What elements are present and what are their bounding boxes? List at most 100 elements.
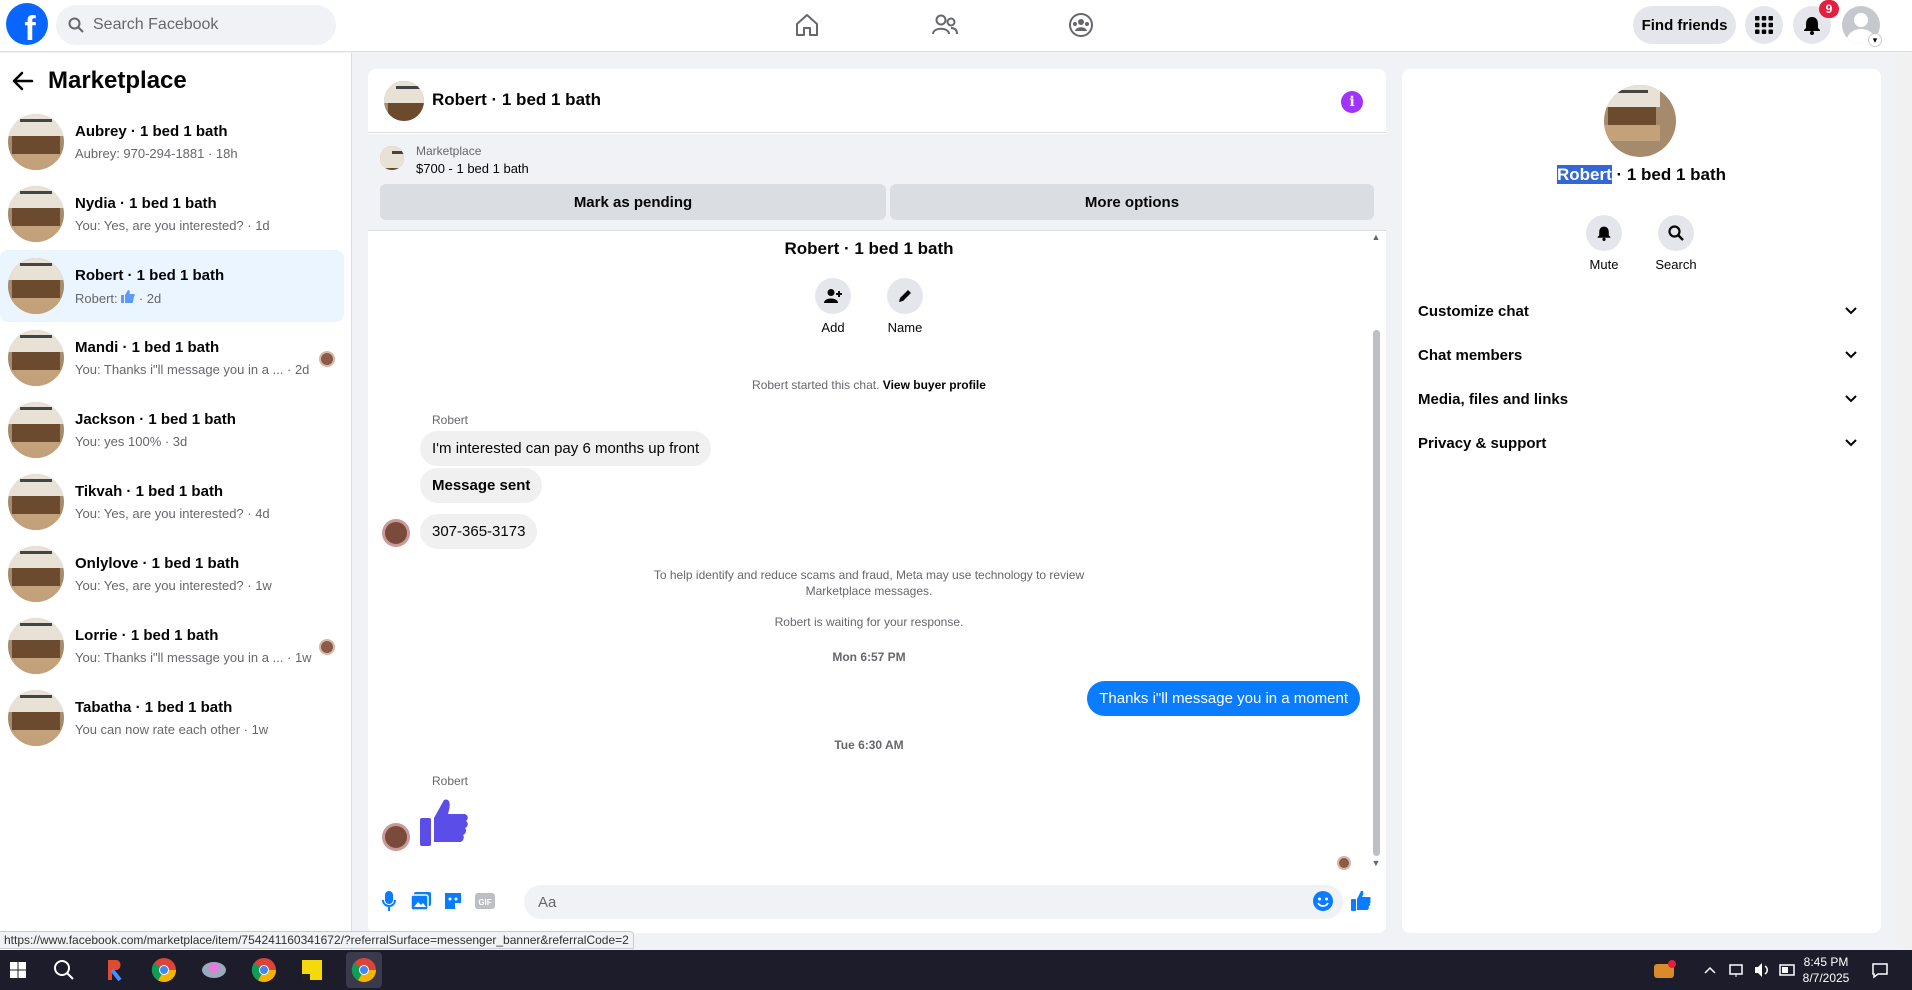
conversation-name: Tikvah · 1 bed 1 bath: [75, 483, 224, 500]
like-thumb-icon: [121, 290, 135, 303]
emoji-icon[interactable]: [1310, 888, 1336, 914]
mute-button[interactable]: Mute: [1574, 215, 1634, 272]
find-friends-button[interactable]: Find friends: [1633, 6, 1736, 44]
incoming-message[interactable]: Message sent: [420, 468, 543, 503]
marketplace-conversations-sidebar: Marketplace Aubrey · 1 bed 1 bath Aubrey…: [0, 53, 352, 950]
conversation-name: Nydia · 1 bed 1 bath: [75, 195, 217, 212]
conversation-item[interactable]: Jackson · 1 bed 1 bath You: yes 100% · 3…: [0, 394, 344, 466]
listing-thumbnail: [8, 330, 64, 386]
conversation-item[interactable]: Aubrey · 1 bed 1 bath Aubrey: 970-294-18…: [0, 106, 344, 178]
mark-as-pending-button[interactable]: Mark as pending: [380, 184, 886, 220]
scroll-down-arrow-icon[interactable]: ▼: [1370, 858, 1382, 868]
sidebar-title: Marketplace: [48, 67, 187, 94]
scroll-up-arrow-icon[interactable]: ▲: [1370, 232, 1382, 242]
facebook-logo-icon[interactable]: f: [6, 3, 48, 45]
menu-grid-icon[interactable]: [1745, 6, 1783, 44]
taskbar-date[interactable]: 8/7/2025: [1781, 971, 1871, 985]
chat-members-section[interactable]: Chat members: [1418, 337, 1865, 373]
chat-panel: Robert · 1 bed 1 bath i Marketplace $700…: [368, 69, 1386, 933]
add-button[interactable]: Add: [803, 278, 863, 335]
listing-thumbnail[interactable]: [384, 81, 424, 121]
listing-thumbnail: [8, 258, 64, 314]
outgoing-message[interactable]: Thanks i"ll message you in a moment: [1087, 681, 1360, 716]
conversation-name: Onlylove · 1 bed 1 bath: [75, 555, 240, 572]
browser-scrollbar[interactable]: [1898, 53, 1912, 950]
chevron-down-icon[interactable]: ▾: [1868, 33, 1882, 47]
send-like-icon[interactable]: [1348, 888, 1374, 914]
conversation-item[interactable]: Lorrie · 1 bed 1 bath You: Thanks i"ll m…: [0, 610, 344, 682]
chrome-icon[interactable]: [250, 956, 278, 984]
customize-chat-section[interactable]: Customize chat: [1418, 293, 1865, 329]
info-icon[interactable]: i: [1341, 91, 1363, 113]
windows-taskbar: 8:45 PM 8/7/2025: [0, 950, 1912, 990]
large-like-thumb-icon[interactable]: [418, 796, 470, 848]
photo-icon[interactable]: [408, 888, 434, 914]
microphone-icon[interactable]: [376, 888, 402, 914]
chrome-active-icon[interactable]: [346, 952, 382, 988]
view-buyer-profile-link[interactable]: View buyer profile: [883, 378, 986, 392]
read-receipt-avatar: [319, 639, 335, 655]
groups-icon[interactable]: [1064, 10, 1098, 40]
svg-text:GIF: GIF: [478, 898, 491, 907]
conversation-preview: You: Yes, are you interested? · 1d: [75, 218, 270, 233]
search-input[interactable]: Search Facebook: [56, 5, 336, 45]
home-icon[interactable]: [790, 10, 824, 40]
message-composer: GIF Aa: [368, 873, 1386, 933]
notification-count-badge: 9: [1819, 0, 1839, 18]
conversation-item[interactable]: Onlylove · 1 bed 1 bath You: Yes, are yo…: [0, 538, 344, 610]
chrome-icon[interactable]: [150, 956, 178, 984]
conversation-preview: You: Yes, are you interested? · 4d: [75, 506, 270, 521]
conversation-item[interactable]: Nydia · 1 bed 1 bath You: Yes, are you i…: [0, 178, 344, 250]
volume-icon[interactable]: [1748, 956, 1776, 984]
incoming-message[interactable]: I'm interested can pay 6 months up front: [420, 431, 712, 466]
chevron-down-icon: [1845, 439, 1857, 447]
listing-price-title[interactable]: $700 - 1 bed 1 bath: [416, 161, 529, 176]
chat-profile-thumbnail[interactable]: [1604, 85, 1676, 157]
conversation-item[interactable]: Tabatha · 1 bed 1 bath You can now rate …: [0, 682, 344, 754]
mute-label: Mute: [1589, 257, 1619, 272]
chat-scrollbar[interactable]: ▲ ▼: [1370, 232, 1382, 872]
name-label: Name: [887, 320, 923, 335]
listing-thumbnail: [8, 618, 64, 674]
listing-thumbnail[interactable]: [380, 146, 404, 170]
sender-avatar[interactable]: [382, 823, 410, 851]
tray-app-icon[interactable]: [1650, 956, 1678, 984]
message-sender-name: Robert: [432, 774, 469, 788]
listing-thumbnail: [8, 114, 64, 170]
notification-center-icon[interactable]: [1866, 956, 1894, 984]
search-label: Search: [1655, 257, 1697, 272]
incoming-message[interactable]: 307-365-3173: [420, 514, 538, 549]
app-icon[interactable]: [200, 956, 228, 984]
sticker-icon[interactable]: [440, 888, 466, 914]
gif-icon[interactable]: GIF: [472, 888, 498, 914]
conversation-name: Mandi · 1 bed 1 bath: [75, 339, 220, 356]
conversation-item[interactable]: Tikvah · 1 bed 1 bath You: Yes, are you …: [0, 466, 344, 538]
conversation-item-active[interactable]: Robert · 1 bed 1 bath Robert: · 2d: [0, 250, 344, 322]
timestamp-divider: Mon 6:57 PM: [832, 650, 906, 664]
chevron-down-icon: [1845, 395, 1857, 403]
sender-avatar[interactable]: [382, 519, 410, 547]
conversation-preview: You can now rate each other · 1w: [75, 722, 269, 737]
media-files-links-section[interactable]: Media, files and links: [1418, 381, 1865, 417]
friends-icon[interactable]: [928, 10, 962, 40]
search-in-chat-button[interactable]: Search: [1646, 215, 1706, 272]
scroll-thumb[interactable]: [1373, 330, 1380, 856]
taskbar-time[interactable]: 8:45 PM: [1781, 955, 1871, 969]
chat-title[interactable]: Robert · 1 bed 1 bath: [432, 90, 601, 110]
read-receipt-avatar: [319, 351, 335, 367]
message-input[interactable]: Aa: [524, 885, 1343, 919]
tray-chevron-up-icon[interactable]: [1696, 956, 1724, 984]
more-options-button[interactable]: More options: [890, 184, 1374, 220]
privacy-support-section[interactable]: Privacy & support: [1418, 425, 1865, 461]
app-icon[interactable]: [100, 956, 128, 984]
windows-start-icon[interactable]: [4, 956, 32, 984]
network-icon[interactable]: [1722, 956, 1750, 984]
search-icon[interactable]: [50, 956, 78, 984]
listing-thumbnail: [8, 402, 64, 458]
sticky-notes-icon[interactable]: [298, 956, 326, 984]
chevron-down-icon: [1845, 351, 1857, 359]
add-person-icon: [815, 278, 851, 314]
back-arrow-icon[interactable]: [12, 71, 34, 91]
conversation-item[interactable]: Mandi · 1 bed 1 bath You: Thanks i"ll me…: [0, 322, 344, 394]
name-button[interactable]: Name: [875, 278, 935, 335]
